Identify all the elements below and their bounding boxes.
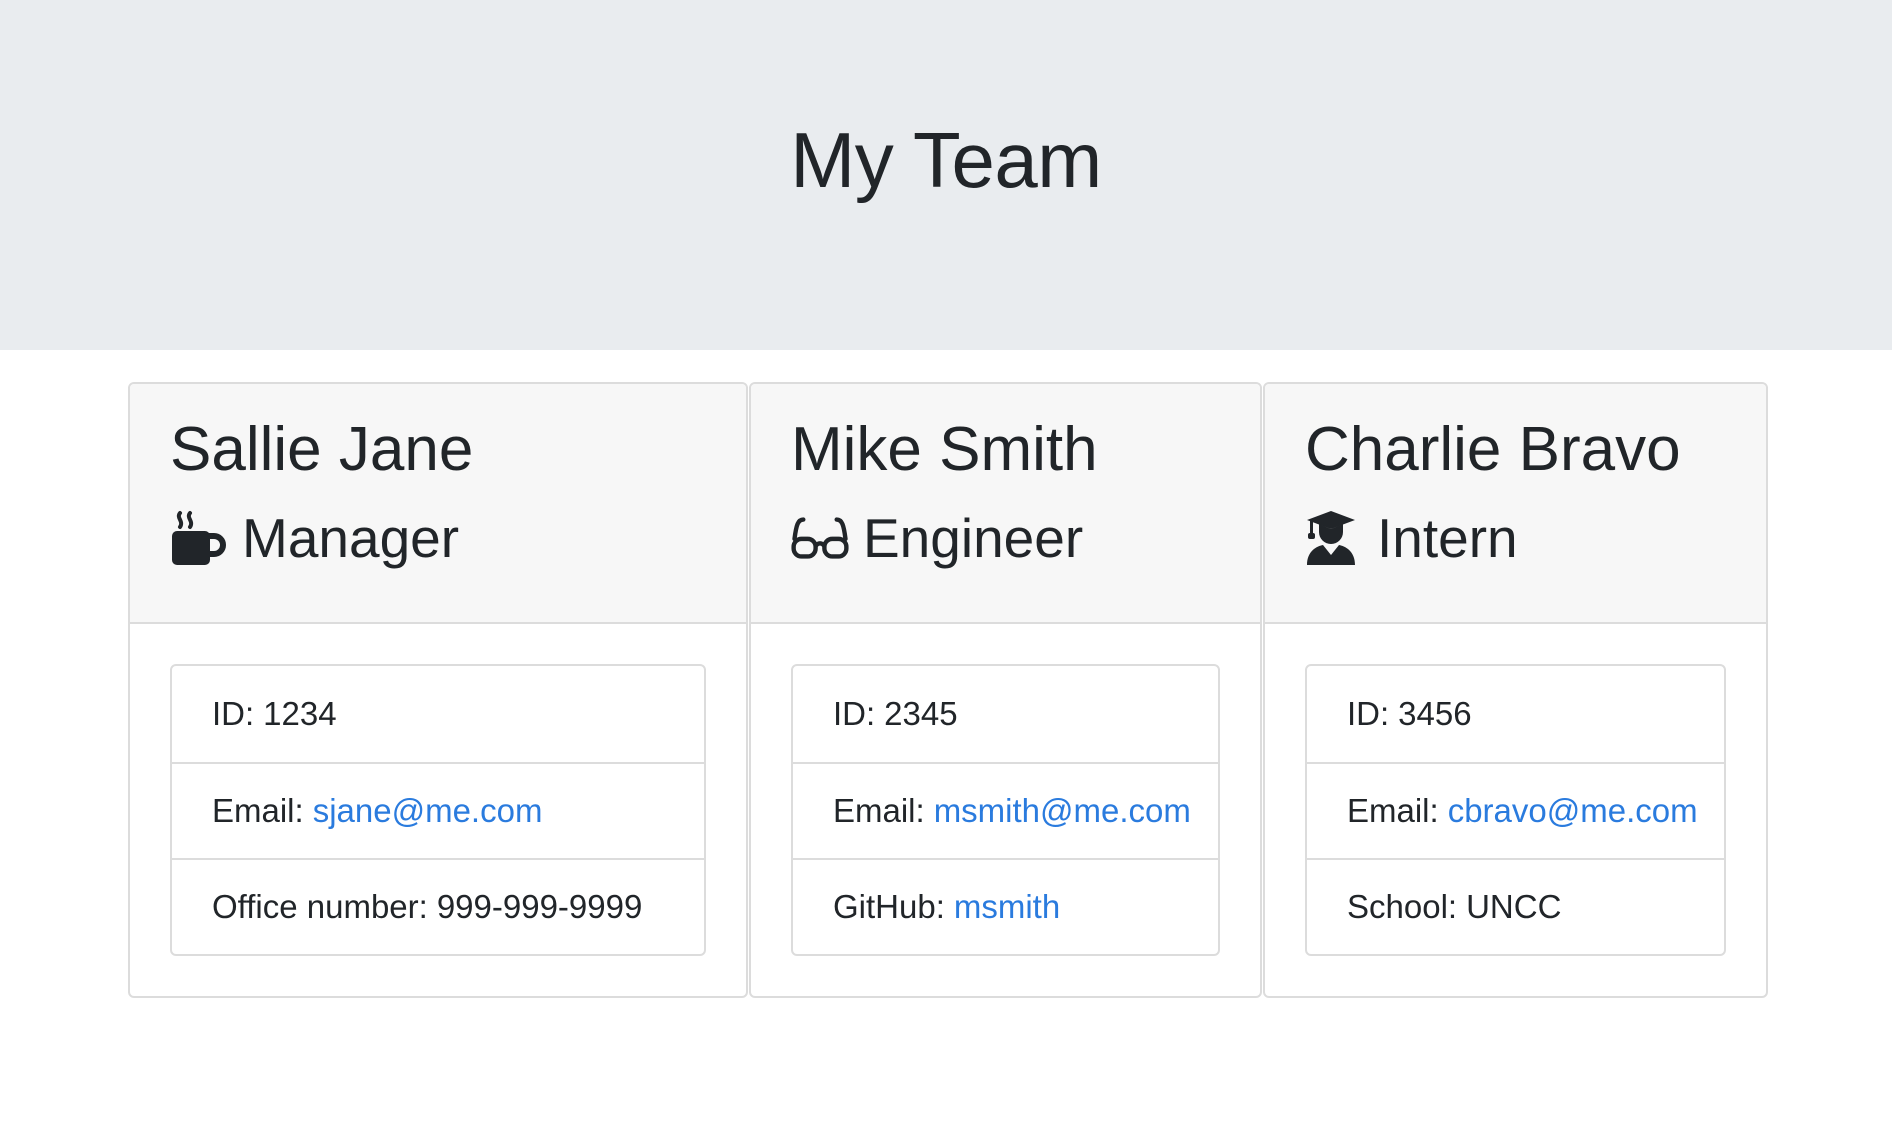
employee-card-engineer: Mike Smith Engineer ID: 2345 Email: msmi…: [749, 382, 1262, 998]
id-row: ID: 1234: [172, 666, 704, 762]
id-label: ID:: [212, 695, 255, 732]
page-title: My Team: [790, 115, 1102, 204]
card-header: Charlie Bravo Intern: [1265, 384, 1766, 624]
card-body: ID: 3456 Email: cbravo@me.com School: UN…: [1265, 624, 1766, 996]
employee-card-manager: Sallie Jane Manager ID: 1234 Email: sjan…: [128, 382, 748, 998]
github-label: GitHub:: [833, 888, 945, 925]
card-header: Mike Smith Engineer: [751, 384, 1260, 624]
id-value: 3456: [1398, 695, 1472, 732]
school-row: School: UNCC: [1307, 858, 1724, 954]
id-label: ID:: [1347, 695, 1390, 732]
email-label: Email:: [1347, 792, 1439, 829]
role-label: Manager: [242, 507, 460, 569]
role-label: Intern: [1377, 507, 1518, 569]
email-label: Email:: [212, 792, 304, 829]
github-row: GitHub: msmith: [793, 858, 1218, 954]
email-link[interactable]: msmith@me.com: [934, 792, 1191, 830]
employee-details: ID: 2345 Email: msmith@me.com GitHub: ms…: [791, 664, 1220, 956]
role-label: Engineer: [863, 507, 1084, 569]
id-label: ID:: [833, 695, 876, 732]
employee-role: Intern: [1305, 506, 1766, 570]
email-row: Email: sjane@me.com: [172, 762, 704, 858]
employee-name: Charlie Bravo: [1305, 415, 1681, 484]
page-header: My Team: [0, 0, 1892, 350]
employee-role: Manager: [170, 506, 746, 570]
graduate-icon: [1305, 509, 1363, 567]
email-row: Email: cbravo@me.com: [1307, 762, 1724, 858]
employee-name: Mike Smith: [791, 415, 1098, 484]
email-label: Email:: [833, 792, 925, 829]
office-number-row: Office number: 999-999-9999: [172, 858, 704, 954]
employee-details: ID: 3456 Email: cbravo@me.com School: UN…: [1305, 664, 1726, 956]
glasses-icon: [791, 509, 849, 567]
card-body: ID: 2345 Email: msmith@me.com GitHub: ms…: [751, 624, 1260, 996]
employee-name: Sallie Jane: [170, 415, 474, 484]
email-row: Email: msmith@me.com: [793, 762, 1218, 858]
id-row: ID: 2345: [793, 666, 1218, 762]
id-value: 2345: [884, 695, 958, 732]
github-link[interactable]: msmith: [954, 888, 1060, 926]
coffee-mug-icon: [170, 509, 228, 567]
card-header: Sallie Jane Manager: [130, 384, 746, 624]
employee-card-intern: Charlie Bravo Intern ID: 3456 Email: cbr…: [1263, 382, 1768, 998]
employee-role: Engineer: [791, 506, 1260, 570]
office-number-label: Office number:: [212, 888, 428, 925]
id-value: 1234: [263, 695, 337, 732]
card-body: ID: 1234 Email: sjane@me.com Office numb…: [130, 624, 746, 996]
school-value: UNCC: [1466, 888, 1562, 925]
office-number-value: 999-999-9999: [436, 888, 643, 925]
id-row: ID: 3456: [1307, 666, 1724, 762]
email-link[interactable]: sjane@me.com: [313, 792, 543, 830]
employee-details: ID: 1234 Email: sjane@me.com Office numb…: [170, 664, 706, 956]
school-label: School:: [1347, 888, 1458, 925]
email-link[interactable]: cbravo@me.com: [1448, 792, 1698, 830]
